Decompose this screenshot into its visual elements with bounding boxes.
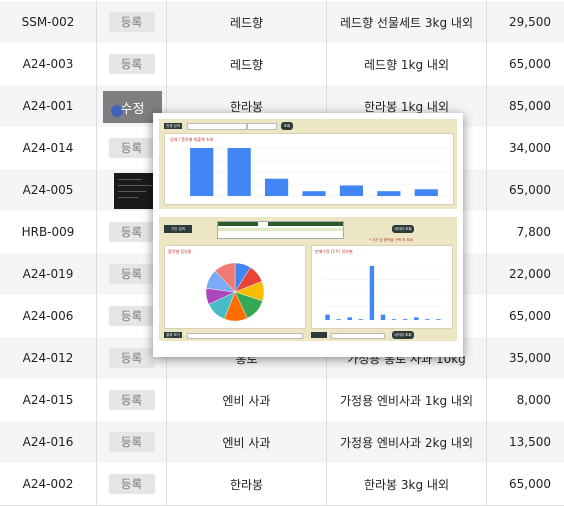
bar bbox=[227, 148, 251, 196]
product-price: 29,500 bbox=[509, 15, 551, 29]
register-button[interactable]: 등록 bbox=[108, 264, 155, 284]
product-code: A24-012 bbox=[0, 337, 97, 379]
bar-chart bbox=[183, 147, 445, 197]
register-button[interactable]: 등록 bbox=[108, 348, 155, 368]
product-price: 65,000 bbox=[509, 309, 551, 323]
product-code: A24-003 bbox=[0, 43, 97, 85]
period-selector[interactable] bbox=[217, 221, 344, 239]
bar bbox=[264, 178, 289, 196]
product-price: 85,000 bbox=[509, 99, 551, 113]
line-bar bbox=[391, 319, 397, 320]
product-price: 35,000 bbox=[509, 351, 551, 365]
result-field-2[interactable] bbox=[331, 333, 385, 339]
table-row: A24-003 등록 레드향 레드향 1kg 내외 65,000 bbox=[0, 43, 564, 86]
bar bbox=[377, 191, 401, 196]
period-tag: 기간 검색 bbox=[164, 225, 192, 233]
product-code: A24-002 bbox=[0, 463, 97, 505]
search-field-2[interactable] bbox=[247, 123, 277, 130]
table-row: A24-016 등록 엔비 사과 가정용 엔비사과 2kg 내외 13,500 bbox=[0, 421, 564, 464]
register-cell: 등록 bbox=[97, 421, 167, 463]
register-cell: 등록 bbox=[97, 1, 167, 43]
product-price: 65,000 bbox=[509, 57, 551, 71]
product-description: 가정용 엔비사과 2kg 내외 bbox=[327, 421, 487, 463]
table-row: A24-002 등록 한라봉 한라봉 3kg 내외 65,000 bbox=[0, 463, 564, 506]
product-price: 34,000 bbox=[509, 141, 551, 155]
result-tag-2 bbox=[311, 332, 327, 338]
table-row: SSM-002 등록 레드향 레드향 선물세트 3kg 내외 29,500 bbox=[0, 1, 564, 44]
product-code: A24-016 bbox=[0, 421, 97, 463]
product-code: A24-019 bbox=[0, 253, 97, 295]
line-chart bbox=[322, 265, 444, 321]
result-field[interactable] bbox=[187, 333, 303, 339]
line-bar bbox=[369, 266, 375, 320]
product-name: 레드향 bbox=[167, 1, 327, 43]
register-button[interactable]: 등록 bbox=[108, 432, 155, 452]
product-description: 레드향 1kg 내외 bbox=[327, 43, 487, 85]
register-button[interactable]: 등록 bbox=[108, 306, 155, 326]
product-price: 7,800 bbox=[516, 225, 551, 239]
product-code: A24-001 bbox=[0, 85, 97, 127]
product-description: 가정용 엔비사과 1kg 내외 bbox=[327, 379, 487, 421]
bar bbox=[302, 191, 326, 196]
search-button[interactable]: 조회 bbox=[281, 122, 293, 130]
line-bar bbox=[425, 319, 430, 320]
product-price: 65,000 bbox=[509, 477, 551, 491]
mid-panel: 기간 검색 데이터 조회 * 기간 및 품목을 선택 후 조회 품목별 점유율 … bbox=[159, 217, 457, 341]
register-button[interactable]: 등록 bbox=[108, 222, 155, 242]
register-cell: 등록 bbox=[97, 43, 167, 85]
product-description: 한라봉 3kg 내외 bbox=[327, 463, 487, 505]
dashboard-preview-popup[interactable]: 전체 검색 조회 업체 / 품목별 매출액 조회 기간 검색 데이터 조회 * … bbox=[153, 113, 463, 357]
product-code: A24-006 bbox=[0, 295, 97, 337]
register-button[interactable]: 등록 bbox=[108, 390, 155, 410]
line-bar bbox=[402, 319, 408, 320]
period-note: * 기간 및 품목을 선택 후 조회 bbox=[369, 238, 413, 242]
search-field-1[interactable] bbox=[187, 123, 247, 130]
line-bar bbox=[347, 317, 352, 320]
product-price: 22,000 bbox=[509, 267, 551, 281]
product-name: 한라봉 bbox=[167, 463, 327, 505]
table-row: A24-015 등록 엔비 사과 가정용 엔비사과 1kg 내외 8,000 bbox=[0, 379, 564, 422]
register-button[interactable]: 등록 bbox=[108, 474, 155, 494]
product-code: A24-005 bbox=[0, 169, 97, 211]
bar bbox=[339, 185, 364, 196]
pie-chart-card: 품목별 점유율 bbox=[164, 245, 306, 329]
product-name: 엔비 사과 bbox=[167, 379, 327, 421]
bar bbox=[190, 148, 214, 196]
product-code: HRB-009 bbox=[0, 211, 97, 253]
product-code: A24-015 bbox=[0, 379, 97, 421]
line-bar bbox=[325, 314, 330, 320]
product-price: 8,000 bbox=[516, 393, 551, 407]
line-bar bbox=[336, 319, 341, 320]
product-code: SSM-002 bbox=[0, 1, 97, 43]
result-tag: 결과 보기 bbox=[164, 332, 182, 338]
product-price: 65,000 bbox=[509, 183, 551, 197]
register-button[interactable]: 등록 bbox=[108, 12, 155, 32]
top-panel: 전체 검색 조회 업체 / 품목별 매출액 조회 bbox=[159, 119, 457, 209]
product-description: 레드향 선물세트 3kg 내외 bbox=[327, 1, 487, 43]
line-bar bbox=[436, 319, 441, 320]
bar bbox=[414, 189, 438, 196]
register-button[interactable]: 등록 bbox=[108, 138, 155, 158]
register-cell: 등록 bbox=[97, 463, 167, 505]
product-code: A24-014 bbox=[0, 127, 97, 169]
line-bar bbox=[414, 317, 419, 320]
product-name: 레드향 bbox=[167, 43, 327, 85]
result-query-button[interactable]: 데이터 조회 bbox=[392, 331, 414, 339]
pie-chart bbox=[205, 262, 265, 322]
bar-chart-card: 업체 / 품목별 매출액 조회 bbox=[164, 133, 454, 205]
register-button[interactable]: 등록 bbox=[108, 54, 155, 74]
edit-button-label: 수정 bbox=[120, 101, 145, 117]
product-price: 13,500 bbox=[509, 435, 551, 449]
product-name: 엔비 사과 bbox=[167, 421, 327, 463]
line-chart-card: 판매수량 (1주) 일자별 bbox=[311, 245, 453, 329]
data-query-button[interactable]: 데이터 조회 bbox=[392, 225, 414, 233]
line-bar bbox=[358, 319, 364, 320]
register-cell: 등록 bbox=[97, 379, 167, 421]
search-tag: 전체 검색 bbox=[164, 123, 182, 129]
line-bar bbox=[380, 314, 386, 320]
